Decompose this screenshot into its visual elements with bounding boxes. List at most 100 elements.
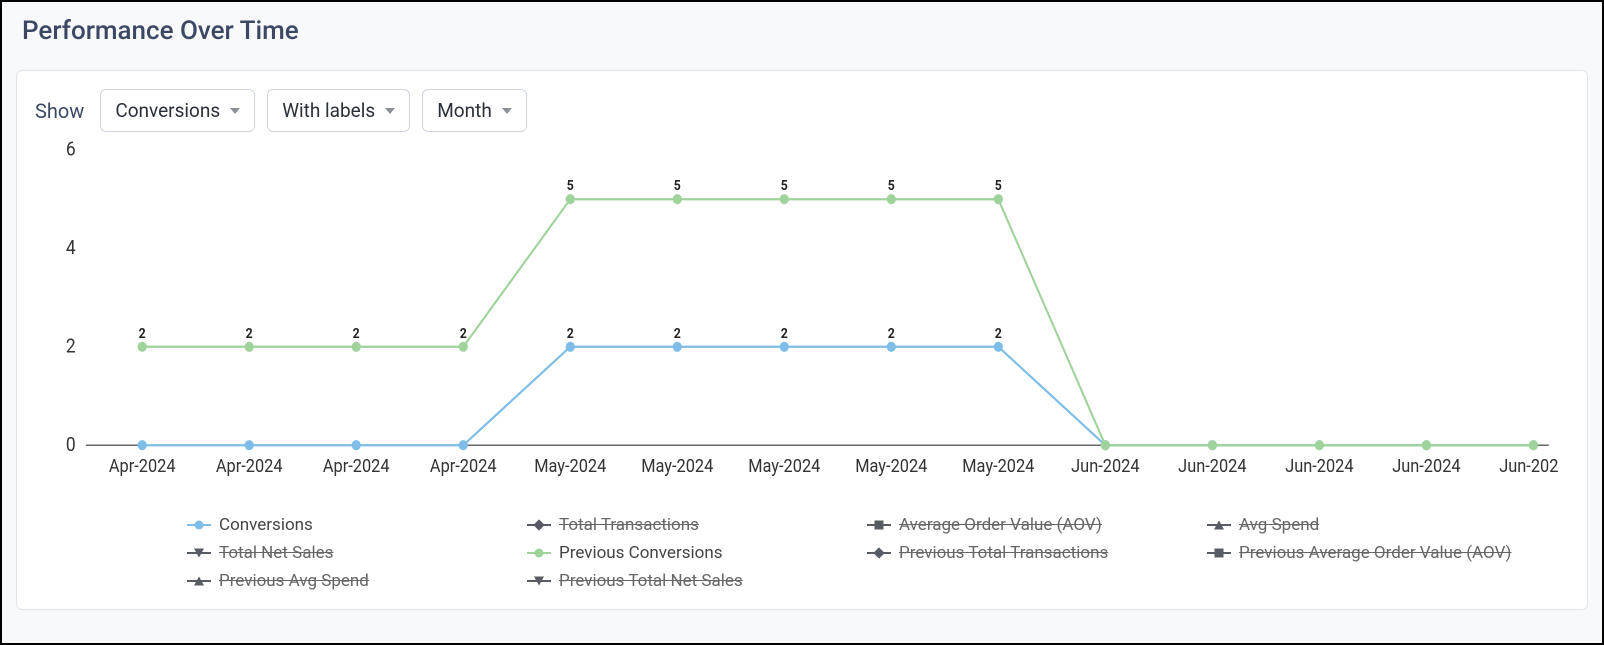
legend-label: Conversions [219, 515, 313, 535]
series-point [352, 440, 361, 450]
data-label: 5 [674, 179, 681, 195]
y-tick-label: 4 [66, 237, 76, 259]
legend-item[interactable]: Avg Spend [1207, 515, 1527, 535]
legend-marker-icon [527, 574, 551, 588]
period-select[interactable]: Month [422, 89, 527, 132]
x-tick-label: Jun-2024 [1178, 457, 1247, 478]
series-point [459, 440, 468, 450]
data-label: 2 [995, 326, 1002, 342]
x-tick-label: May-2024 [855, 457, 927, 478]
legend-item[interactable]: Previous Avg Spend [187, 571, 507, 591]
series-point [780, 342, 789, 352]
x-tick-label: May-2024 [748, 457, 820, 478]
chart-plot: 0246Apr-2024Apr-2024Apr-2024Apr-2024May-… [45, 141, 1559, 479]
legend-marker-icon [1207, 546, 1231, 560]
labels-select[interactable]: With labels [267, 89, 410, 132]
metric-select-value: Conversions [115, 99, 220, 122]
legend-marker-icon [187, 518, 211, 532]
series-point [1422, 440, 1431, 450]
legend-label: Previous Average Order Value (AOV) [1239, 543, 1511, 563]
legend-label: Previous Total Net Sales [559, 571, 743, 591]
show-label: Show [35, 99, 84, 123]
legend-label: Total Transactions [559, 515, 699, 535]
series-point [245, 342, 254, 352]
series-point [887, 342, 896, 352]
legend-label: Average Order Value (AOV) [899, 515, 1102, 535]
series-point [566, 194, 575, 204]
legend-label: Previous Avg Spend [219, 571, 369, 591]
data-label: 2 [460, 326, 467, 342]
legend-label: Previous Conversions [559, 543, 722, 563]
legend-item[interactable]: Average Order Value (AOV) [867, 515, 1187, 535]
legend-item[interactable]: Previous Conversions [527, 543, 847, 563]
legend-item[interactable]: Previous Total Transactions [867, 543, 1187, 563]
data-label: 2 [139, 326, 146, 342]
legend-marker-icon [187, 546, 211, 560]
data-label: 2 [888, 326, 895, 342]
series-point [994, 342, 1003, 352]
x-tick-label: May-2024 [962, 457, 1034, 478]
data-label: 2 [353, 326, 360, 342]
legend-item[interactable]: Previous Average Order Value (AOV) [1207, 543, 1527, 563]
legend-label: Avg Spend [1239, 515, 1319, 535]
chart-controls: Show Conversions With labels Month [35, 89, 1569, 132]
legend-item[interactable]: Previous Total Net Sales [527, 571, 847, 591]
series-point [1101, 440, 1110, 450]
y-tick-label: 2 [66, 336, 76, 358]
chart-legend: Conversions Total Transactions Average O… [187, 515, 1527, 591]
chevron-down-icon [385, 108, 395, 114]
y-tick-label: 6 [66, 141, 76, 161]
data-label: 2 [567, 326, 574, 342]
line-chart-svg: 0246Apr-2024Apr-2024Apr-2024Apr-2024May-… [45, 141, 1559, 479]
series-point [245, 440, 254, 450]
x-tick-label: Jun-2024 [1392, 457, 1461, 478]
x-tick-label: Apr-2024 [430, 457, 497, 478]
data-label: 2 [781, 326, 788, 342]
metric-select[interactable]: Conversions [100, 89, 255, 132]
series-point [780, 194, 789, 204]
series-point [673, 342, 682, 352]
series-point [1315, 440, 1324, 450]
y-tick-label: 0 [66, 434, 76, 456]
legend-marker-icon [867, 518, 891, 532]
x-tick-label: May-2024 [534, 457, 606, 478]
series-point [887, 194, 896, 204]
x-tick-label: May-2024 [641, 457, 713, 478]
chevron-down-icon [230, 108, 240, 114]
legend-label: Previous Total Transactions [899, 543, 1108, 563]
series-point [138, 342, 147, 352]
series-point [566, 342, 575, 352]
data-label: 5 [567, 179, 574, 195]
panel-outer: Performance Over Time Show Conversions W… [0, 0, 1604, 645]
series-point [138, 440, 147, 450]
series-line [142, 199, 1533, 445]
series-line [142, 347, 1533, 445]
series-point [1529, 440, 1538, 450]
legend-item[interactable]: Total Transactions [527, 515, 847, 535]
legend-label: Total Net Sales [219, 543, 333, 563]
legend-marker-icon [1207, 518, 1231, 532]
legend-marker-icon [187, 574, 211, 588]
chevron-down-icon [502, 108, 512, 114]
series-point [1208, 440, 1217, 450]
data-label: 2 [674, 326, 681, 342]
legend-marker-icon [867, 546, 891, 560]
legend-marker-icon [527, 518, 551, 532]
x-tick-label: Jun-2024 [1071, 457, 1140, 478]
series-point [459, 342, 468, 352]
data-label: 2 [246, 326, 253, 342]
series-point [673, 194, 682, 204]
legend-item[interactable]: Conversions [187, 515, 507, 535]
x-tick-label: Jun-2024 [1285, 457, 1354, 478]
data-label: 5 [781, 179, 788, 195]
x-tick-label: Apr-2024 [323, 457, 390, 478]
data-label: 5 [888, 179, 895, 195]
page-title: Performance Over Time [2, 2, 1602, 46]
labels-select-value: With labels [282, 99, 375, 122]
legend-item[interactable]: Total Net Sales [187, 543, 507, 563]
chart-card: Show Conversions With labels Month 0 2 4 6 A… [16, 70, 1588, 610]
legend-marker-icon [527, 546, 551, 560]
x-tick-label: Apr-2024 [109, 457, 176, 478]
series-point [994, 194, 1003, 204]
data-label: 5 [995, 179, 1002, 195]
